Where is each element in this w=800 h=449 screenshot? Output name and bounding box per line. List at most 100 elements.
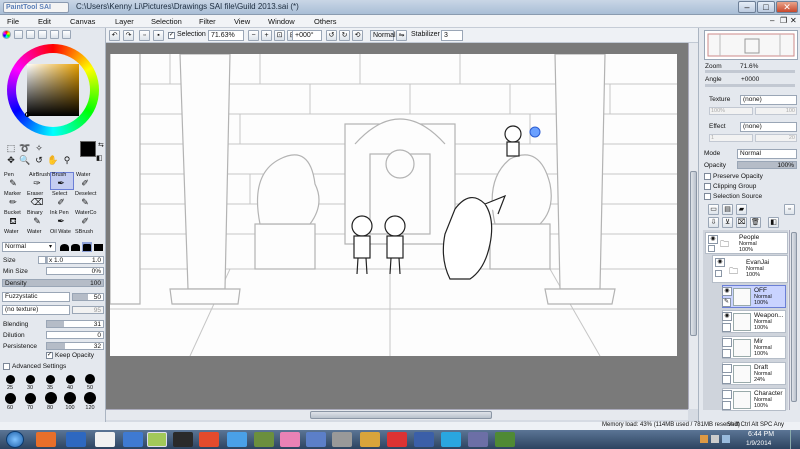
brush-texture-select[interactable]: (no texture): [2, 305, 70, 315]
clock-date[interactable]: 1/9/2014: [746, 440, 771, 447]
layer-mode-select[interactable]: Normal: [737, 149, 797, 159]
magic-wand-icon[interactable]: ✧: [32, 143, 46, 153]
tip-block-icon[interactable]: [94, 244, 103, 251]
menu-restore-icon[interactable]: ❐: [780, 16, 787, 25]
visibility-checkbox[interactable]: [722, 390, 732, 399]
taskbar-media-icon[interactable]: [199, 432, 219, 447]
undo-icon[interactable]: ↶: [109, 30, 120, 41]
horizontal-scroll-thumb[interactable]: [310, 411, 492, 419]
lock-checkbox[interactable]: [708, 245, 715, 252]
move-icon[interactable]: ✥: [4, 155, 18, 165]
rect-select-icon[interactable]: ⬚: [4, 143, 18, 153]
marker-icon[interactable]: ✏: [6, 197, 20, 207]
size-dropdown[interactable]: [38, 256, 46, 264]
rotate-left-icon[interactable]: ↺: [326, 30, 337, 41]
binary-icon[interactable]: ✎: [30, 216, 44, 226]
taskbar-sai-icon[interactable]: [147, 432, 167, 447]
zoom-field[interactable]: 71.63%: [208, 30, 244, 41]
drawing-canvas[interactable]: [109, 53, 677, 357]
menu-view[interactable]: View: [231, 16, 253, 27]
zoom-in-icon[interactable]: +: [261, 30, 272, 41]
swap-colors-icon[interactable]: ⇆: [98, 141, 104, 149]
persistence-slider[interactable]: 32: [46, 342, 104, 350]
airbrush-icon[interactable]: ✑: [30, 178, 44, 188]
size-preset-dot[interactable]: [45, 392, 57, 404]
menu-edit[interactable]: Edit: [35, 16, 54, 27]
layer-texture-select[interactable]: (none): [740, 95, 797, 105]
effect-width[interactable]: 1: [709, 134, 753, 142]
zoom-out-icon[interactable]: −: [248, 30, 259, 41]
tip-square-icon[interactable]: [83, 244, 91, 251]
selection-checkbox[interactable]: ✓: [168, 32, 175, 39]
blend-mode-field[interactable]: Normal: [370, 30, 396, 41]
preserve-opacity-checkbox[interactable]: [704, 173, 711, 180]
visibility-checkbox[interactable]: [722, 338, 732, 347]
lock-checkbox[interactable]: [722, 323, 731, 332]
bucket-icon[interactable]: ⛾: [6, 216, 20, 226]
zoom-icon[interactable]: 🔍: [18, 155, 32, 165]
navigator-preview[interactable]: [704, 30, 798, 60]
merge-down-icon[interactable]: ⊻: [722, 217, 733, 228]
size-slider[interactable]: x 1.0 1.0: [46, 256, 104, 264]
taskbar-skype-icon[interactable]: [441, 432, 461, 447]
taskbar-explorer-icon[interactable]: [123, 432, 143, 447]
transfer-down-icon[interactable]: ⇩: [708, 217, 719, 228]
texture-strength[interactable]: 100: [755, 107, 797, 115]
new-folder-icon[interactable]: ▰: [736, 204, 747, 215]
foreground-color[interactable]: [80, 141, 96, 157]
layer-item-mir[interactable]: Mir Normal 100%: [722, 336, 786, 359]
tool-water-2[interactable]: Water: [4, 229, 18, 235]
swatches-tab-icon[interactable]: [50, 30, 59, 39]
brush-icon[interactable]: ✒: [54, 178, 68, 188]
eyedropper-icon[interactable]: ⚲: [60, 155, 74, 165]
tip-flat-icon[interactable]: [71, 244, 80, 251]
effect-strength[interactable]: 20: [755, 134, 797, 142]
layer-opacity-slider[interactable]: 100%: [737, 161, 797, 169]
brush-mode-select[interactable]: Normal: [2, 242, 56, 252]
menu-canvas[interactable]: Canvas: [67, 16, 98, 27]
taskbar-app-icon[interactable]: [387, 432, 407, 447]
maximize-button[interactable]: □: [757, 1, 775, 13]
keep-opacity-checkbox[interactable]: ✓: [46, 352, 53, 359]
stabilizer-field[interactable]: 3: [441, 30, 463, 41]
clear-layer-icon[interactable]: ⌧: [736, 217, 747, 228]
redo-icon[interactable]: ↷: [123, 30, 134, 41]
layer-folder-evanjai[interactable]: ◉ 🗀 EvanJai Normal 100%: [712, 255, 788, 283]
layer-folder-people[interactable]: ◉ 🗀 People Normal 100%: [705, 232, 788, 254]
eye-icon[interactable]: ◉: [715, 258, 725, 267]
lasso-icon[interactable]: ➰: [18, 143, 32, 153]
blending-slider[interactable]: 31: [46, 320, 104, 328]
deselect-pen-icon[interactable]: ✎: [78, 197, 92, 207]
waterco-icon[interactable]: ✐: [78, 216, 92, 226]
brush-shape-strength[interactable]: 50: [72, 293, 104, 301]
scratchpad-tab-icon[interactable]: [62, 30, 71, 39]
invert-selection-icon[interactable]: ▪: [153, 30, 164, 41]
taskbar-word-icon[interactable]: [66, 432, 86, 447]
brush-texture-strength[interactable]: 95: [72, 306, 104, 314]
lock-checkbox[interactable]: [722, 375, 731, 384]
eye-icon[interactable]: ◉: [722, 312, 732, 321]
rotate-icon[interactable]: ↺: [32, 155, 46, 165]
select-pen-icon[interactable]: ✐: [54, 197, 68, 207]
size-preset-dot[interactable]: [26, 375, 35, 384]
size-preset-dot[interactable]: [64, 392, 76, 404]
taskbar-mail-icon[interactable]: [95, 432, 115, 447]
tool-sbrush[interactable]: SBrush: [75, 229, 93, 235]
min-size-slider[interactable]: 0%: [46, 267, 104, 275]
taskbar-app-icon[interactable]: [332, 432, 352, 447]
color-mixer-tab-icon[interactable]: [38, 30, 47, 39]
saturation-value-square[interactable]: [27, 64, 79, 116]
start-button-icon[interactable]: [6, 431, 24, 448]
hand-icon[interactable]: ✋: [46, 155, 60, 165]
layer-mask-icon[interactable]: ◧: [768, 217, 779, 228]
layer-item-off[interactable]: ◉ ✎ OFF Normal 100%: [722, 285, 786, 308]
selection-source-checkbox[interactable]: [704, 193, 711, 200]
visibility-checkbox[interactable]: [722, 364, 732, 373]
texture-scale[interactable]: 100%: [709, 107, 753, 115]
tray-volume-icon[interactable]: [722, 435, 730, 443]
clipping-group-checkbox[interactable]: [704, 183, 711, 190]
tray-network-icon[interactable]: [711, 435, 719, 443]
minimize-button[interactable]: –: [738, 1, 756, 13]
taskbar-firefox-icon[interactable]: [36, 432, 56, 447]
taskbar-app-icon[interactable]: [280, 432, 300, 447]
